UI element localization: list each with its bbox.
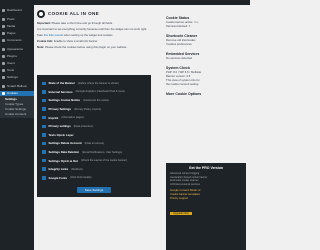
setup-note: It is important to set everything correc… — [37, 27, 148, 31]
dashboard-icon — [2, 9, 5, 12]
checkbox[interactable] — [42, 90, 46, 94]
checkbox[interactable] — [42, 150, 46, 154]
checkbox[interactable] — [42, 81, 46, 86]
important-note: Important: Please take a short time and … — [37, 21, 113, 25]
more-options-title[interactable]: More Cookie Options — [166, 92, 246, 96]
menu-item-pages[interactable]: Pages — [2, 31, 16, 36]
setting-row[interactable]: Privacy Settings (Privacy Policy, Imprint… — [42, 105, 146, 114]
submenu-cookie-types[interactable]: Cookie Types — [5, 103, 23, 106]
menu-item-users[interactable]: Users — [2, 61, 15, 66]
setting-row[interactable]: Texts Opt-In Layer — [42, 131, 146, 140]
cookie-info-note: Cookie Info: Enable to show a small info… — [37, 39, 98, 43]
cookie-logo-icon — [37, 9, 45, 18]
checkbox[interactable] — [42, 133, 46, 137]
status-line: Services blocked: 6 — [166, 24, 191, 28]
checkbox[interactable] — [42, 107, 46, 111]
menu-item-comments[interactable]: Comments — [2, 38, 22, 43]
system-line: the cookie consent setting — [166, 82, 199, 86]
settings-panel: State of the Banner (Define where the ban… — [37, 75, 151, 197]
page-title: COOKIE ALL IN ONE — [48, 11, 100, 16]
menu-item-smash-balloon[interactable]: Smash Balloon — [2, 84, 27, 89]
setting-row[interactable]: Google Fonts (Host fonts locally) — [42, 174, 146, 183]
setting-row[interactable]: Settings Delete Account (Data to remove) — [42, 139, 146, 148]
submenu-cookie-settings[interactable]: Cookie Settings — [5, 108, 26, 111]
media-icon — [2, 25, 5, 28]
pro-promo-box: Get the PRO Version Advanced consent log… — [166, 163, 246, 250]
appearance-icon — [2, 48, 5, 51]
comments-icon — [2, 39, 5, 42]
admin-bar — [0, 0, 250, 5]
menu-item-settings[interactable]: Settings — [2, 75, 18, 80]
setting-row[interactable]: Integrity Links (Redirect) — [42, 165, 146, 174]
checkbox[interactable] — [42, 141, 46, 146]
tutorial-link[interactable]: this little tutorial — [44, 33, 63, 37]
settings-icon — [2, 76, 5, 79]
plugins-icon — [2, 55, 5, 58]
setting-row[interactable]: External Services (Google Analytics, Face… — [42, 88, 146, 97]
promo-line: Unlimited external services — [170, 182, 200, 186]
services-line: No services detected — [166, 56, 193, 60]
pages-icon — [2, 32, 5, 35]
upgrade-button[interactable]: Upgrade Now — [170, 212, 192, 216]
posts-icon — [2, 18, 5, 21]
shortcode-line: Cookies preferences — [166, 42, 192, 46]
right-sidebar: Cookie Status Cookie banner active: Yes … — [166, 8, 246, 96]
main-content: COOKIE ALL IN ONE Important: Please take… — [37, 8, 151, 49]
checkbox[interactable] — [42, 158, 46, 163]
promo-heading: Priority support — [170, 197, 189, 201]
balloon-icon — [2, 85, 5, 88]
users-icon — [2, 62, 5, 65]
promo-title: Get the PRO Version — [188, 166, 224, 170]
submenu-cookie-consent[interactable]: Cookie Consent — [5, 113, 26, 116]
setting-row[interactable]: Privacy settings (Data protection) — [42, 122, 146, 131]
menu-item-plugins[interactable]: Plugins — [2, 54, 17, 59]
menu-item-dashboard[interactable]: Dashboard — [2, 8, 22, 13]
checkbox[interactable] — [42, 124, 46, 129]
checkbox[interactable] — [42, 115, 46, 120]
checkbox[interactable] — [42, 167, 46, 171]
setting-row[interactable]: Imprint (Information pages) — [42, 113, 146, 122]
tools-icon — [2, 69, 5, 72]
submenu-settings[interactable]: Settings — [5, 98, 17, 101]
setting-row[interactable]: State of the Banner (Define where the ban… — [42, 79, 146, 88]
admin-menu: Dashboard Posts Media Pages Comments App… — [0, 5, 34, 250]
save-settings-button[interactable]: Save Settings — [77, 187, 111, 193]
setting-row[interactable]: Settings Data Deletion (Email Notificatio… — [42, 148, 146, 157]
cookie-icon — [2, 92, 5, 95]
setting-row[interactable]: Settings Opt-In & Out (Check the Layout o… — [42, 156, 146, 165]
menu-item-tools[interactable]: Tools — [2, 68, 14, 73]
checkbox[interactable] — [42, 176, 46, 180]
page-header: COOKIE ALL IN ONE — [37, 8, 151, 19]
menu-item-media[interactable]: Media — [2, 24, 15, 29]
checkbox[interactable] — [42, 98, 46, 103]
hint-note: Note: Please check the cookies before us… — [37, 45, 127, 49]
menu-item-appearance[interactable]: Appearance — [2, 47, 23, 52]
setting-row[interactable]: Settings Cookie Notice (Customize the not… — [42, 96, 146, 105]
tutorial-note: Take this little tutorial when setting u… — [37, 33, 113, 37]
menu-item-posts[interactable]: Posts — [2, 17, 15, 22]
cookies-submenu: Settings Cookie Types Cookie Settings Co… — [0, 96, 34, 118]
